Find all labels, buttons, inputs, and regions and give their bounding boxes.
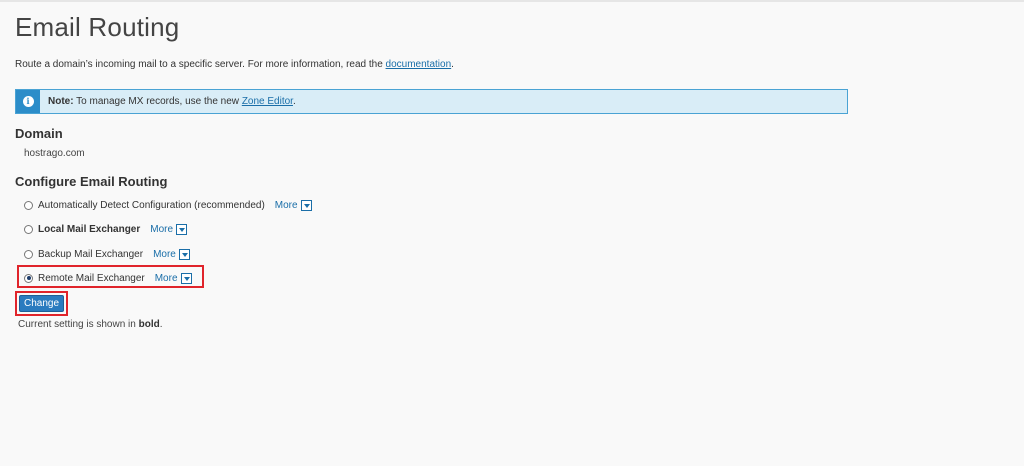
- note-callout: i Note: To manage MX records, use the ne…: [15, 89, 848, 114]
- chevron-down-icon[interactable]: [176, 223, 188, 235]
- change-button-highlight: Change: [15, 291, 68, 316]
- auto-detect-label: Automatically Detect Configuration (reco…: [38, 199, 265, 211]
- chevron-down-icon[interactable]: [180, 272, 192, 284]
- change-button[interactable]: Change: [19, 295, 64, 312]
- more-label[interactable]: More: [153, 249, 176, 260]
- page-description: Route a domain’s incoming mail to a spec…: [15, 59, 454, 70]
- more-label[interactable]: More: [155, 273, 178, 284]
- auto-detect-more[interactable]: More: [275, 199, 312, 211]
- zone-editor-link[interactable]: Zone Editor: [242, 96, 293, 107]
- page-title: Email Routing: [15, 12, 180, 42]
- option-backup-mail-exchanger[interactable]: Backup Mail Exchanger More: [24, 246, 190, 262]
- backup-mail-exchanger-label: Backup Mail Exchanger: [38, 248, 144, 260]
- current-setting-note: Current setting is shown in bold.: [18, 319, 163, 330]
- remote-mail-exchanger-more[interactable]: More: [155, 272, 192, 284]
- option-auto-detect[interactable]: Automatically Detect Configuration (reco…: [24, 197, 312, 213]
- option-local-mail-exchanger[interactable]: Local Mail Exchanger More: [24, 221, 188, 237]
- backup-mail-exchanger-radio[interactable]: [24, 249, 33, 259]
- remote-mail-exchanger-label: Remote Mail Exchanger: [38, 272, 145, 284]
- auto-detect-radio[interactable]: [24, 200, 33, 210]
- more-label[interactable]: More: [275, 200, 298, 211]
- option-remote-mail-exchanger[interactable]: Remote Mail Exchanger More: [24, 270, 192, 286]
- local-mail-exchanger-label: Local Mail Exchanger: [38, 223, 141, 235]
- info-icon: i: [22, 96, 34, 107]
- chevron-down-icon[interactable]: [178, 248, 190, 260]
- description-text: Route a domain’s incoming mail to a spec…: [15, 59, 386, 70]
- note-label: Note:: [48, 96, 74, 107]
- domain-heading: Domain: [15, 126, 63, 141]
- top-divider: [0, 0, 1024, 2]
- footnote-text: Current setting is shown in: [18, 319, 139, 330]
- local-mail-exchanger-more[interactable]: More: [150, 223, 188, 235]
- chevron-down-icon[interactable]: [300, 199, 312, 211]
- local-mail-exchanger-radio[interactable]: [24, 224, 33, 234]
- documentation-link[interactable]: documentation: [386, 59, 452, 70]
- note-body: To manage MX records, use the new: [73, 96, 242, 107]
- description-suffix: .: [451, 59, 454, 70]
- note-suffix: .: [292, 96, 296, 107]
- domain-value: hostrago.com: [24, 148, 85, 159]
- remote-mail-exchanger-radio[interactable]: [24, 273, 33, 283]
- footnote-bold: bold: [138, 319, 160, 330]
- footnote-suffix: .: [159, 319, 163, 330]
- more-label[interactable]: More: [150, 224, 173, 235]
- configure-routing-heading: Configure Email Routing: [15, 174, 168, 189]
- backup-mail-exchanger-more[interactable]: More: [153, 248, 190, 260]
- note-text: Note: To manage MX records, use the new …: [48, 96, 296, 107]
- note-icon-box: i: [16, 90, 40, 113]
